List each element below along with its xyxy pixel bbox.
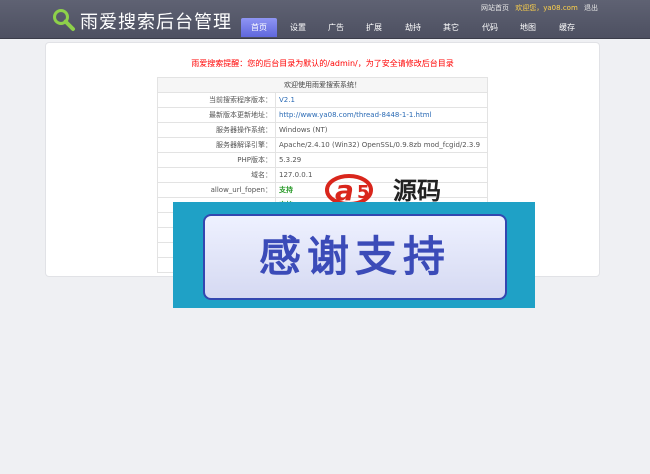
- watermark-text: 源码: [393, 177, 441, 205]
- table-row: 当前搜索程序版本： V2.1: [157, 92, 488, 108]
- row-label: allow_url_fopen：: [157, 182, 276, 198]
- nav-item-code[interactable]: 代码: [472, 18, 508, 37]
- top-links: 网站首页 欢迎您，ya08.com 退出: [477, 3, 598, 13]
- table-row: PHP版本： 5.3.29: [157, 152, 488, 168]
- welcome-user-link[interactable]: 欢迎您，ya08.com: [515, 4, 578, 12]
- security-warning: 雨爱搜索提醒：您的后台目录为默认的/admin/，为了安全请修改后台目录: [191, 59, 454, 68]
- table-row: 最新版本更新地址： http://www.ya08.com/thread-844…: [157, 107, 488, 123]
- row-label: 域名：: [157, 167, 276, 183]
- top-header: 雨爱搜索后台管理 网站首页 欢迎您，ya08.com 退出 首页 设置 广告 扩…: [0, 0, 650, 39]
- magnifier-logo-icon: [53, 9, 75, 31]
- table-caption: 欢迎使用雨爱搜索系统！: [157, 77, 488, 93]
- nav-item-hijack[interactable]: 劫持: [395, 18, 431, 37]
- row-label: 服务器操作系统：: [157, 122, 276, 138]
- row-value: 5.3.29: [275, 152, 488, 168]
- table-caption-row: 欢迎使用雨爱搜索系统！: [157, 77, 488, 93]
- nav-item-other[interactable]: 其它: [433, 18, 469, 37]
- thanks-banner: 感谢支持: [173, 202, 535, 308]
- row-label: 服务器解译引擎：: [157, 137, 276, 153]
- svg-text:5: 5: [357, 182, 370, 203]
- row-label: 最新版本更新地址：: [157, 107, 276, 123]
- nav-item-cache[interactable]: 缓存: [549, 18, 585, 37]
- logout-link[interactable]: 退出: [584, 4, 598, 12]
- thanks-banner-text: 感谢支持: [203, 214, 507, 300]
- nav-item-settings[interactable]: 设置: [280, 18, 316, 37]
- site-home-link[interactable]: 网站首页: [481, 4, 509, 12]
- row-value: Apache/2.4.10 (Win32) OpenSSL/0.9.8zb mo…: [275, 137, 488, 153]
- program-version: V2.1: [275, 92, 488, 108]
- table-row: 服务器解译引擎： Apache/2.4.10 (Win32) OpenSSL/0…: [157, 137, 488, 153]
- nav-item-home[interactable]: 首页: [241, 18, 277, 37]
- nav-item-ads[interactable]: 广告: [318, 18, 354, 37]
- table-row: 服务器操作系统： Windows (NT): [157, 122, 488, 138]
- update-url-link[interactable]: http://www.ya08.com/thread-8448-1-1.html: [275, 107, 488, 123]
- app-title: 雨爱搜索后台管理: [80, 12, 232, 33]
- row-value: Windows (NT): [275, 122, 488, 138]
- nav-item-extend[interactable]: 扩展: [356, 18, 392, 37]
- nav-item-map[interactable]: 地图: [510, 18, 546, 37]
- row-label: 当前搜索程序版本：: [157, 92, 276, 108]
- row-label: PHP版本：: [157, 152, 276, 168]
